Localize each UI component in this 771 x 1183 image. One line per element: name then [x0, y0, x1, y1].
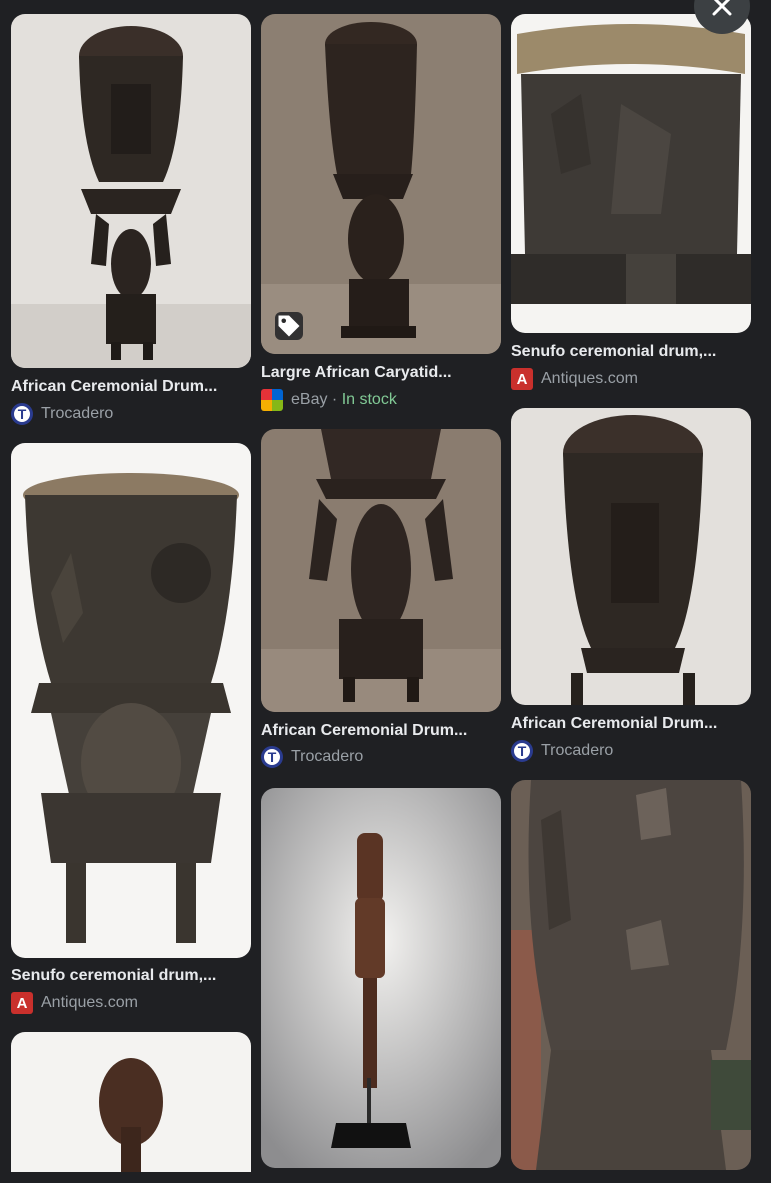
result-thumbnail[interactable]	[511, 408, 751, 705]
source-name: eBay	[291, 391, 328, 408]
result-thumbnail[interactable]	[261, 429, 501, 712]
source-name: Antiques.com	[541, 370, 638, 387]
result-source[interactable]: A Antiques.com	[511, 368, 638, 390]
result-source[interactable]: T Trocadero	[11, 403, 113, 425]
drum-closeup-image	[511, 408, 751, 705]
trocadero-favicon-icon: T	[11, 403, 33, 425]
source-separator: ·	[327, 391, 342, 408]
result-thumbnail[interactable]	[511, 780, 751, 1170]
source-name: Trocadero	[41, 405, 114, 422]
shopping-tag-icon	[275, 312, 303, 340]
result-source[interactable]: T Trocadero	[511, 740, 613, 762]
carved-drum-detail-image	[511, 780, 751, 1170]
antiques-favicon-icon: A	[11, 992, 33, 1014]
image-results-grid: African Ceremonial Drum... T Trocadero S…	[0, 0, 771, 1183]
close-icon	[712, 0, 732, 16]
result-thumbnail[interactable]	[261, 14, 501, 354]
result-title[interactable]: African Ceremonial Drum...	[511, 715, 751, 733]
result-thumbnail[interactable]	[511, 14, 751, 333]
source-name: Trocadero	[291, 748, 364, 765]
result-source[interactable]: T Trocadero	[261, 746, 363, 768]
result-source[interactable]: eBay · In stock	[261, 389, 397, 411]
source-name: Trocadero	[541, 742, 614, 759]
staff-figure-image	[261, 788, 501, 1168]
result-title[interactable]: Senufo ceremonial drum,...	[511, 343, 751, 361]
result-thumbnail[interactable]	[11, 14, 251, 368]
trocadero-favicon-icon: T	[511, 740, 533, 762]
senufo-drum-closeup-image	[511, 14, 751, 333]
result-title[interactable]: African Ceremonial Drum...	[261, 722, 501, 740]
result-thumbnail[interactable]	[11, 1032, 251, 1172]
result-title[interactable]: Senufo ceremonial drum,...	[11, 967, 251, 985]
source-name: Antiques.com	[41, 994, 138, 1011]
drum-figure-image	[11, 14, 251, 368]
antiques-favicon-icon: A	[511, 368, 533, 390]
senufo-drum-image	[11, 443, 251, 958]
result-thumbnail[interactable]	[11, 443, 251, 958]
stock-status: In stock	[341, 391, 397, 408]
drum-figure-closeup-image	[261, 429, 501, 712]
ebay-favicon-icon	[261, 389, 283, 411]
trocadero-favicon-icon: T	[261, 746, 283, 768]
result-title[interactable]: African Ceremonial Drum...	[11, 378, 251, 396]
result-title[interactable]: Largre African Caryatid...	[261, 364, 501, 382]
caryatid-image	[261, 14, 501, 354]
result-thumbnail[interactable]	[261, 788, 501, 1168]
result-source[interactable]: A Antiques.com	[11, 992, 138, 1014]
carved-head-image	[11, 1032, 251, 1172]
